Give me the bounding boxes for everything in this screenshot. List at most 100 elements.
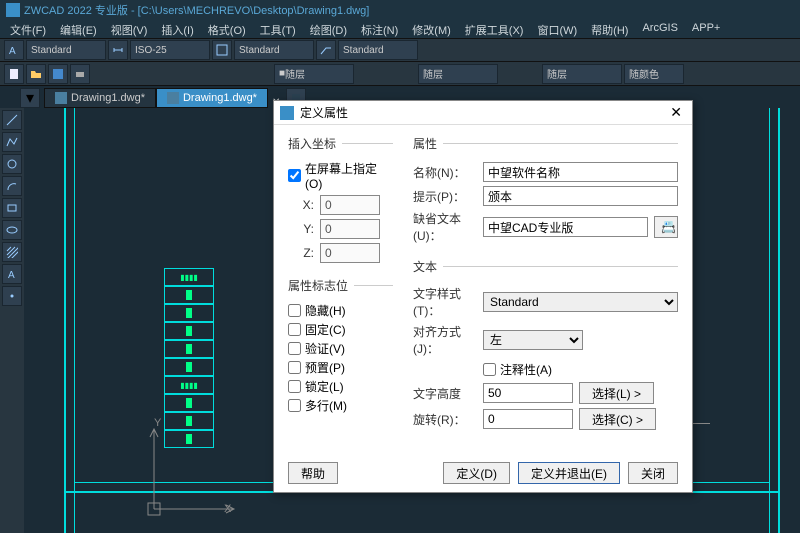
print-icon[interactable] [70, 64, 90, 84]
rotation-label: 旋转(R)： [413, 411, 477, 428]
arc-icon[interactable] [2, 176, 22, 196]
flag-lock[interactable]: 锁定(L) [288, 378, 393, 395]
new-icon[interactable] [4, 64, 24, 84]
menu-app[interactable]: APP+ [686, 20, 726, 38]
dialog-titlebar[interactable]: 定义属性 ✕ [274, 101, 692, 125]
height-label: 文字高度 [413, 385, 477, 402]
point-icon[interactable] [2, 286, 22, 306]
default-input[interactable] [483, 217, 648, 237]
group-attr-flags: 属性标志位 隐藏(H) 固定(C) 验证(V) 预置(P) 锁定(L) 多行(M… [288, 277, 393, 420]
menu-help[interactable]: 帮助(H) [585, 20, 634, 38]
toolbar-styles: A Standard ISO-25 Standard Standard [0, 38, 800, 62]
define-button[interactable]: 定义(D) [443, 462, 510, 484]
text-icon[interactable]: A [2, 264, 22, 284]
group-insert-legend: 插入坐标 [288, 135, 342, 152]
prompt-label: 提示(P)： [413, 188, 477, 205]
menu-view[interactable]: 视图(V) [105, 20, 154, 38]
default-label: 缺省文本(U)： [413, 210, 477, 244]
group-insert-coord: 插入坐标 在屏幕上指定(O) X: Y: Z: [288, 135, 393, 271]
toolbar-layers: ■ 随层 随层 随层 随颜色 [0, 62, 800, 86]
help-button[interactable]: 帮助 [288, 462, 338, 484]
open-icon[interactable] [26, 64, 46, 84]
menu-dim[interactable]: 标注(N) [355, 20, 404, 38]
dim-style-combo[interactable]: ISO-25 [130, 40, 210, 60]
menu-edit[interactable]: 编辑(E) [54, 20, 103, 38]
line-icon[interactable] [2, 110, 22, 130]
menu-insert[interactable]: 插入(I) [155, 20, 199, 38]
menu-draw[interactable]: 绘图(D) [304, 20, 353, 38]
draw-toolbar: A [0, 108, 24, 533]
style-icon[interactable]: A [4, 40, 24, 60]
mleader-style-icon[interactable] [316, 40, 336, 60]
pick-height-button[interactable]: 选择(L) > [579, 382, 654, 404]
dialog-footer: 帮助 定义(D) 定义并退出(E) 关闭 [274, 454, 692, 492]
flag-preset[interactable]: 预置(P) [288, 359, 393, 376]
tab-label: Drawing1.dwg* [71, 92, 145, 104]
justify-label: 对齐方式(J)： [413, 323, 477, 357]
prompt-input[interactable] [483, 186, 678, 206]
y-label: Y: [288, 222, 314, 236]
name-label: 名称(N)： [413, 164, 477, 181]
x-input[interactable] [320, 195, 380, 215]
flag-hidden[interactable]: 隐藏(H) [288, 302, 393, 319]
z-label: Z: [288, 246, 314, 260]
name-input[interactable] [483, 162, 678, 182]
menu-arcgis[interactable]: ArcGIS [636, 20, 683, 38]
define-attribute-dialog: 定义属性 ✕ 插入坐标 在屏幕上指定(O) X: Y: [273, 100, 693, 493]
table-style-combo[interactable]: Standard [234, 40, 314, 60]
app-title: ZWCAD 2022 专业版 - [C:\Users\MECHREVO\Desk… [24, 2, 369, 18]
polyline-icon[interactable] [2, 132, 22, 152]
text-style-combo[interactable]: Standard [26, 40, 106, 60]
menu-file[interactable]: 文件(F) [4, 20, 52, 38]
menu-ext[interactable]: 扩展工具(X) [459, 20, 530, 38]
tab-drawing1[interactable]: Drawing1.dwg* [44, 88, 156, 108]
table-style-icon[interactable] [212, 40, 232, 60]
annotative-check[interactable]: 注释性(A) [483, 361, 678, 378]
rotation-input[interactable] [483, 409, 573, 429]
dialog-icon [280, 106, 294, 120]
pick-rotation-button[interactable]: 选择(C) > [579, 408, 656, 430]
tab-drawing1-active[interactable]: Drawing1.dwg* [156, 88, 268, 108]
menu-modify[interactable]: 修改(M) [406, 20, 457, 38]
tab-menu-icon[interactable]: ▾ [20, 88, 40, 108]
app-logo-icon [6, 3, 20, 17]
flag-verify[interactable]: 验证(V) [288, 340, 393, 357]
textstyle-select[interactable]: Standard [483, 292, 678, 312]
justify-select[interactable]: 左 [483, 330, 583, 350]
close-icon[interactable]: ✕ [666, 104, 686, 121]
dwg-icon [55, 92, 67, 104]
group-flags-legend: 属性标志位 [288, 277, 354, 294]
flag-fixed[interactable]: 固定(C) [288, 321, 393, 338]
specify-onscreen-checkbox[interactable] [288, 169, 301, 182]
dwg-icon [167, 92, 179, 104]
layer-color-combo[interactable]: ■ 随层 [274, 64, 354, 84]
flag-multi[interactable]: 多行(M) [288, 397, 393, 414]
svg-text:A: A [8, 270, 15, 280]
hatch-icon[interactable] [2, 242, 22, 262]
lineweight-combo[interactable]: 随层 [542, 64, 622, 84]
specify-onscreen-check[interactable]: 在屏幕上指定(O) [288, 160, 393, 191]
y-input[interactable] [320, 219, 380, 239]
z-input[interactable] [320, 243, 380, 263]
define-exit-button[interactable]: 定义并退出(E) [518, 462, 620, 484]
tab-label: Drawing1.dwg* [183, 92, 257, 104]
group-text-legend: 文本 [413, 258, 443, 275]
height-input[interactable] [483, 383, 573, 403]
circle-icon[interactable] [2, 154, 22, 174]
insert-field-button[interactable]: 📇 [654, 216, 678, 238]
dialog-title: 定义属性 [300, 104, 666, 121]
specify-onscreen-label: 在屏幕上指定(O) [305, 160, 393, 191]
dim-style-icon[interactable] [108, 40, 128, 60]
menubar: 文件(F) 编辑(E) 视图(V) 插入(I) 格式(O) 工具(T) 绘图(D… [0, 20, 800, 38]
menu-window[interactable]: 窗口(W) [531, 20, 583, 38]
rect-icon[interactable] [2, 198, 22, 218]
linetype-combo[interactable]: 随层 [418, 64, 498, 84]
menu-tools[interactable]: 工具(T) [254, 20, 302, 38]
save-icon[interactable] [48, 64, 68, 84]
mleader-style-combo[interactable]: Standard [338, 40, 418, 60]
close-button[interactable]: 关闭 [628, 462, 678, 484]
ellipse-icon[interactable] [2, 220, 22, 240]
menu-format[interactable]: 格式(O) [202, 20, 252, 38]
group-attrs-legend: 属性 [413, 135, 443, 152]
plotstyle-combo[interactable]: 随颜色 [624, 64, 684, 84]
